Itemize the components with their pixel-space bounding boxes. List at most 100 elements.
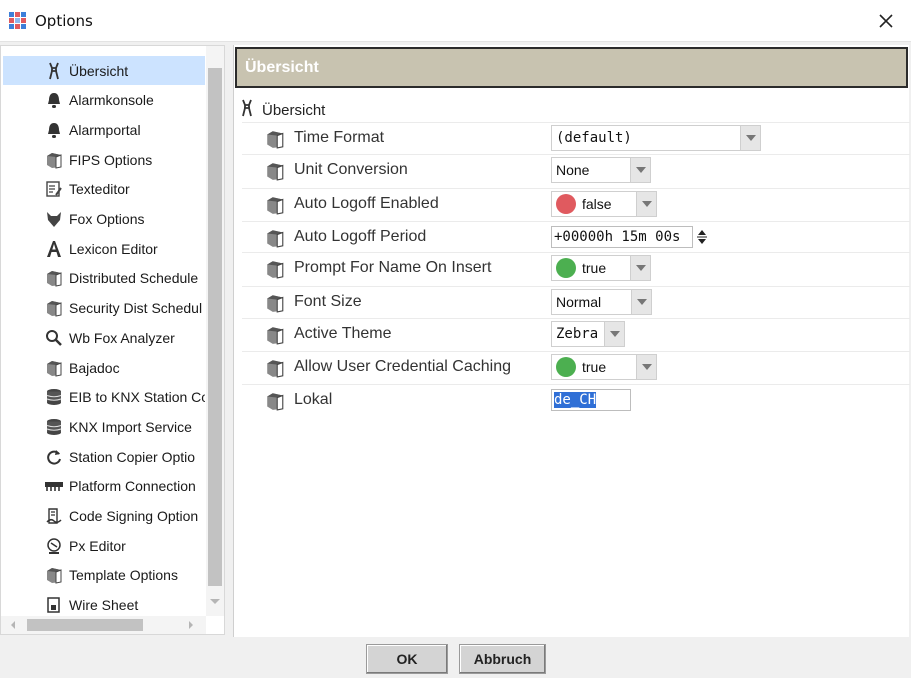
sidebar-item[interactable]: Security Dist Schedul (3, 294, 205, 323)
ok-button[interactable]: OK (366, 644, 448, 674)
options-cube-icon (43, 267, 65, 289)
sidebar-item-label: Platform Connection (69, 478, 196, 495)
status-dot-icon (556, 357, 576, 377)
property-value: Zebra (556, 326, 599, 342)
options-cube-icon (43, 149, 65, 171)
scroll-left-arrow-icon[interactable] (11, 621, 15, 629)
property-row: Auto Logoff Enabled false (242, 188, 910, 220)
close-button[interactable] (870, 6, 902, 36)
property-row: Unit Conversion None (242, 154, 910, 186)
sidebar-item[interactable]: KNX Import Service (3, 412, 205, 441)
property-value: true (582, 260, 607, 276)
chevron-down-icon[interactable] (636, 355, 656, 379)
app-icon (9, 12, 26, 29)
sidebar-item[interactable]: Bajadoc (3, 353, 205, 382)
fox-icon (43, 208, 65, 230)
chevron-down-icon[interactable] (630, 256, 650, 280)
spinner-icon[interactable] (696, 228, 708, 246)
property-value: true (582, 359, 607, 375)
property-value: (default) (556, 130, 632, 146)
sidebar-item-label: Code Signing Option (69, 508, 199, 524)
property-value-dropdown[interactable]: (default) (551, 125, 761, 151)
wire-sheet-icon (43, 594, 65, 616)
sidebar-horizontal-scrollbar[interactable] (1, 616, 206, 634)
magnifier-icon (43, 327, 65, 349)
property-tree-root[interactable]: Übersicht (240, 99, 325, 121)
cancel-button[interactable]: Abbruch (459, 644, 546, 674)
sidebar-item[interactable]: Wire Sheet (3, 591, 205, 616)
connector-icon (43, 475, 65, 497)
sidebar-item-label: Lexicon Editor (69, 240, 158, 257)
property-value-dropdown[interactable]: None (551, 157, 651, 183)
sidebar-item-label: Texteditor (69, 181, 130, 198)
signing-icon (43, 505, 65, 527)
scroll-right-arrow-icon[interactable] (189, 621, 193, 629)
property-value-dropdown[interactable]: Normal (551, 289, 652, 315)
sidebar-item[interactable]: Platform Connection (3, 472, 205, 501)
property-name: Lokal (294, 391, 333, 408)
chevron-down-icon[interactable] (740, 126, 760, 150)
sidebar-item[interactable]: FIPS Options (3, 145, 205, 174)
bell-icon (43, 89, 65, 111)
options-cube-icon (43, 357, 65, 379)
sidebar-item[interactable]: Alarmkonsole (3, 86, 205, 115)
property-name: Unit Conversion (294, 161, 408, 178)
options-sidebar: Übersicht Alarmkonsole Alarmportal FIPS Opt… (0, 45, 225, 635)
sidebar-item-label: Alarmportal (69, 121, 141, 138)
database-icon (43, 386, 65, 408)
sidebar-item[interactable]: Template Options (3, 561, 205, 590)
sidebar-item[interactable]: Fox Options (3, 205, 205, 234)
selected-text: de_CH (554, 392, 597, 408)
property-tree-root-label: Übersicht (262, 101, 326, 119)
sidebar-item[interactable]: EIB to KNX Station Co (3, 383, 205, 412)
chevron-down-icon[interactable] (636, 192, 656, 216)
sidebar-item-label: Distributed Schedule (69, 270, 199, 287)
sidebar-item[interactable]: Wb Fox Analyzer (3, 323, 205, 352)
options-cube-icon (43, 564, 65, 586)
status-dot-icon (556, 258, 576, 278)
property-cube-icon (265, 129, 285, 153)
status-dot-icon (556, 194, 576, 214)
sidebar-item[interactable]: Alarmportal (3, 115, 205, 144)
property-name: Font Size (294, 293, 362, 310)
property-row: Auto Logoff Period +00000h 15m 00s (242, 221, 910, 253)
sidebar-item-label: Fox Options (69, 211, 145, 227)
sidebar-item[interactable]: Übersicht (3, 56, 205, 85)
property-value-dropdown[interactable]: Zebra (551, 321, 625, 347)
sidebar-vertical-scrollbar[interactable] (206, 46, 224, 616)
sidebar-item[interactable]: Distributed Schedule (3, 264, 205, 293)
window-title: Options (35, 12, 93, 30)
sidebar-item[interactable]: Px Editor (3, 531, 205, 560)
sidebar-item-label: EIB to KNX Station Co (69, 389, 205, 406)
relative-time-field[interactable]: +00000h 15m 00s (551, 226, 693, 248)
sidebar-item[interactable]: Texteditor (3, 175, 205, 204)
sidebar-item[interactable]: Station Copier Optio (3, 442, 205, 471)
property-sheet-panel: Übersicht Übersicht Time Format (default)… (233, 45, 910, 637)
property-value-dropdown[interactable]: true (551, 255, 651, 281)
chevron-down-icon[interactable] (604, 322, 624, 346)
sidebar-item-label: Station Copier Optio (69, 448, 196, 465)
scroll-down-arrow-icon[interactable] (210, 599, 220, 604)
property-value-dropdown[interactable]: true (551, 354, 657, 380)
property-value: false (582, 196, 612, 212)
property-row: Prompt For Name On Insert true (242, 252, 910, 284)
sidebar-item-label: Alarmkonsole (69, 92, 154, 109)
sidebar-item-label: Template Options (69, 567, 178, 584)
sidebar-item[interactable]: Lexicon Editor (3, 234, 205, 263)
refresh-icon (43, 446, 65, 468)
section-header: Übersicht (235, 47, 908, 88)
sidebar-horizontal-scroll-thumb[interactable] (27, 619, 143, 631)
chevron-down-icon[interactable] (631, 290, 651, 314)
title-bar: Options (0, 0, 911, 42)
property-cube-icon (265, 195, 285, 219)
property-value-dropdown[interactable]: false (551, 191, 657, 217)
chevron-down-icon[interactable] (630, 158, 650, 182)
sidebar-item[interactable]: Code Signing Option (3, 502, 205, 531)
sidebar-item-label: KNX Import Service (69, 418, 192, 435)
locale-input[interactable]: de_CH (551, 389, 631, 411)
sidebar-item-label: Wb Fox Analyzer (69, 329, 175, 346)
property-name: Active Theme (294, 325, 392, 342)
sidebar-item-label: Bajadoc (69, 359, 120, 376)
sidebar-vertical-scroll-thumb[interactable] (208, 68, 222, 586)
property-name: Auto Logoff Enabled (294, 195, 439, 212)
